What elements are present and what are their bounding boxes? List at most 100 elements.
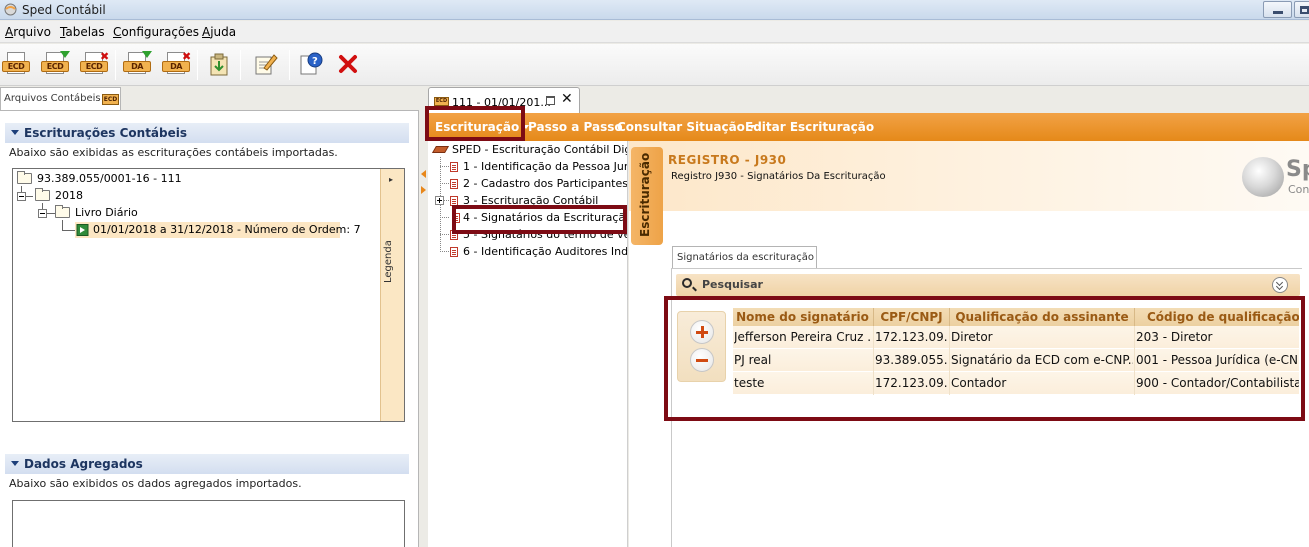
escrituracoes-description: Abaixo são exibidas as escriturações con… [9,146,338,159]
close-red-icon [339,55,357,73]
close-tab-icon[interactable]: ✕ [561,91,573,107]
register-tree: SPED - Escrituração Contábil Digital 1 -… [428,141,628,547]
menu-consultar-situacao[interactable]: Consultar Situação [617,120,755,134]
tab-signatarios-label: Signatários da escrituração [677,252,815,263]
tree-node-5-label: 5 - Signatários do termo de verificação [463,228,627,241]
menu-ajuda[interactable]: Ajuda [202,25,236,39]
menu-editar-escrituracao[interactable]: Editar Escrituração [745,120,874,134]
column-header-codigo[interactable]: Código de qualificação do assinante [1135,310,1299,326]
cell-codigo: 203 - Diretor [1136,330,1213,344]
register-page-icon [450,162,458,172]
da-import-button[interactable]: DA [123,51,152,77]
maximize-button[interactable] [1294,1,1309,18]
maximize-tab-icon[interactable] [546,96,555,105]
close-button[interactable] [336,51,362,77]
register-banner: REGISTRO - J930 Registro J930 - Signatár… [629,141,1309,211]
collapse-box-icon[interactable] [17,192,26,201]
app-icon [4,3,17,16]
menu-arquivo[interactable]: Arquivo [5,25,51,39]
menu-arquivo-mnemonic: A [5,25,14,39]
tree-line [440,166,449,167]
ecd-mini-icon: ECD [434,97,449,106]
table-row[interactable]: teste 172.123.09... Contador 900 - Conta… [733,372,1299,395]
cell-qualificacao: Contador [951,376,1007,390]
collapse-box-icon[interactable] [38,209,47,218]
book-green-icon [76,224,89,236]
escrituracao-side-tab[interactable]: Escrituração [631,147,663,245]
remove-row-button[interactable] [690,348,714,372]
expand-box-icon[interactable] [435,196,444,205]
document-tab[interactable]: ECD 111 - 01/01/201... ✕ [428,87,580,113]
legend-panel[interactable]: ▸ Legenda [380,169,404,421]
expand-down-icon[interactable] [1272,277,1288,293]
escrituracoes-title: Escriturações Contábeis [24,126,188,140]
clipboard-button[interactable] [206,51,232,77]
menu-escrituracao[interactable]: Escrituração [435,120,530,134]
tree-node-book-label: Livro Diário [75,206,138,219]
tree-node-year-label: 2018 [55,189,83,202]
cell-qualificacao: Signatário da ECD com e-CNP... [951,353,1133,367]
cell-cpf: 172.123.09... [875,376,948,390]
help-button[interactable]: ? [298,51,324,77]
document-menu-bar: Escrituração Passo a Passo Consultar Sit… [428,113,1309,141]
ecd-import-button[interactable]: ECD [41,51,70,77]
menu-configuracoes-label: onfigurações [121,25,199,39]
column-header-nome[interactable]: Nome do signatário [733,310,872,326]
tab-arquivos-contabeis[interactable]: Arquivos Contábeis ECD [0,87,121,111]
help-icon: ? [300,52,323,75]
toolbar-separator [289,50,290,80]
cell-separator [1134,372,1135,395]
tree-node-root-label: 93.389.055/0001-16 - 111 [37,172,182,185]
title-bar: Sped Contábil [0,0,1309,20]
ecd-delete-button[interactable]: ECD ✖ [80,50,109,77]
cell-nome: Jefferson Pereira Cruz ... [734,330,872,344]
menu-tabelas-label: abelas [65,25,105,39]
toolbar-separator [197,50,198,80]
table-row[interactable]: PJ real 93.389.055... Signatário da ECD … [733,349,1299,372]
toolbar-separator [115,50,116,80]
agregados-section-header[interactable]: Dados Agregados [5,454,409,474]
minimize-button[interactable] [1263,1,1292,18]
menu-configuracoes[interactable]: Configurações [113,25,199,39]
cell-separator [1134,349,1135,372]
column-header-cpf[interactable]: CPF/CNPJ [874,310,949,326]
cell-separator [873,372,874,395]
menu-arquivo-label: rquivo [13,25,51,39]
toolbar-separator [240,50,241,80]
menu-ajuda-mnemonic: A [202,25,211,39]
cell-separator [949,372,950,395]
expand-right-arrow-icon[interactable] [421,186,426,194]
row-actions [677,311,726,382]
cell-codigo: 900 - Contador/Contabilista [1136,376,1299,390]
menu-passo-a-passo[interactable]: Passo a Passo [528,120,623,134]
da-delete-icon: DA ✖ [162,50,191,74]
cell-nome: teste [734,376,765,390]
tree-line [440,251,449,252]
cell-separator [873,326,874,349]
register-page-icon [450,179,458,189]
column-header-qualificacao[interactable]: Qualificação do assinante [950,310,1134,326]
collapse-left-arrow-icon[interactable] [421,170,426,178]
escrituracoes-section-header[interactable]: Escriturações Contábeis [5,123,409,143]
ecd-delete-icon: ECD ✖ [80,50,109,74]
tree-node-entry[interactable]: 01/01/2018 a 31/12/2018 - Número de Orde… [75,222,361,238]
panel-splitter[interactable] [420,87,427,547]
content-scrollbar[interactable] [1302,248,1309,547]
add-row-button[interactable] [690,320,714,344]
sped-logo-text: Sp [1286,157,1309,182]
collapse-icon [11,130,19,135]
tree-node-sped-root-label: SPED - Escrituração Contábil Digital [452,143,627,156]
ecd-icon: ECD [2,52,30,74]
tab-signatarios[interactable]: Signatários da escrituração [672,246,817,268]
ecd-button[interactable]: ECD [2,51,30,77]
cell-separator [1134,326,1135,349]
ecd-import-icon: ECD [41,51,70,74]
tree-node-1-label: 1 - Identificação da Pessoa Jurídica [463,160,628,173]
da-delete-button[interactable]: DA ✖ [162,50,191,77]
table-row[interactable]: Jefferson Pereira Cruz ... 172.123.09...… [733,326,1299,349]
search-bar[interactable]: Pesquisar [676,274,1300,296]
edit-button[interactable] [253,51,279,77]
ecd-mini-icon: ECD [102,94,119,105]
tree-line [440,217,449,218]
menu-tabelas[interactable]: Tabelas [60,25,105,39]
